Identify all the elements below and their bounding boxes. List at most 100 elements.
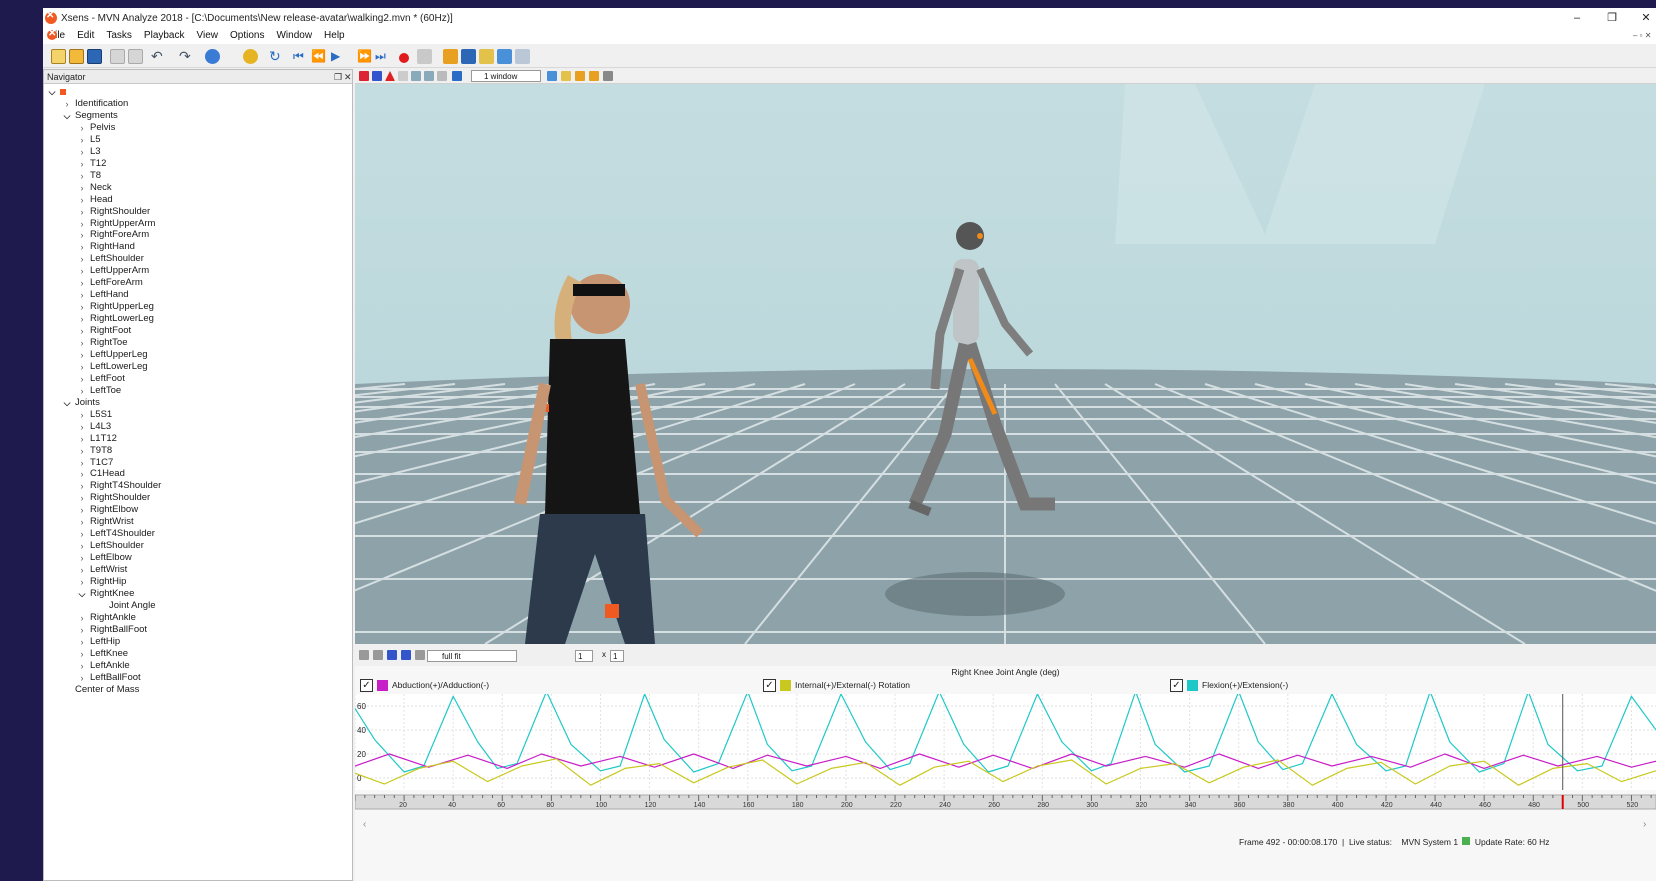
- chevron-right-icon[interactable]: ›: [77, 576, 87, 588]
- tree-item[interactable]: › LeftKnee: [77, 648, 129, 660]
- tree-item[interactable]: › LeftUpperArm: [77, 265, 150, 277]
- copy-icon[interactable]: [110, 49, 125, 64]
- tree-item[interactable]: › L1T12: [77, 433, 117, 445]
- chevron-right-icon[interactable]: ›: [77, 301, 87, 313]
- export-icon[interactable]: [603, 71, 613, 81]
- edit-icon[interactable]: [479, 49, 494, 64]
- record-icon[interactable]: [399, 53, 409, 63]
- chevron-right-icon[interactable]: ›: [77, 540, 87, 552]
- legend-item-abduction[interactable]: ✓ Abduction(+)/Adduction(-): [360, 678, 489, 692]
- tree-item[interactable]: › T9T8: [77, 445, 113, 457]
- chevron-right-icon[interactable]: ›: [77, 373, 87, 385]
- skeleton-icon[interactable]: [424, 71, 434, 81]
- restore-button[interactable]: ❐: [1594, 8, 1630, 28]
- 3d-viewport[interactable]: [355, 84, 1656, 644]
- graph-icon[interactable]: [497, 49, 512, 64]
- chevron-right-icon[interactable]: ›: [77, 337, 87, 349]
- menu-help[interactable]: Help: [318, 28, 351, 44]
- refresh-icon[interactable]: ↻: [269, 49, 284, 64]
- menu-view[interactable]: View: [191, 28, 225, 44]
- tools-icon[interactable]: [205, 49, 220, 64]
- tree-item[interactable]: › L5: [77, 134, 101, 146]
- legend-item-rotation[interactable]: ✓ Internal(+)/External(-) Rotation: [763, 678, 910, 692]
- chevron-right-icon[interactable]: ›: [77, 433, 87, 445]
- chevron-right-icon[interactable]: ›: [77, 445, 87, 457]
- chevron-right-icon[interactable]: ›: [77, 158, 87, 170]
- checkbox-abduction[interactable]: ✓: [360, 678, 373, 692]
- fullscreen-icon[interactable]: [515, 49, 530, 64]
- tree-item[interactable]: › C1Head: [77, 468, 125, 480]
- chart-settings-icon[interactable]: [401, 650, 411, 660]
- chevron-right-icon[interactable]: ›: [77, 624, 87, 636]
- chevron-down-icon[interactable]: ⌵: [62, 110, 72, 122]
- zoom-icon[interactable]: [359, 650, 369, 660]
- tree-item[interactable]: › T8: [77, 170, 102, 182]
- chevron-right-icon[interactable]: ›: [77, 277, 87, 289]
- columns-icon[interactable]: [415, 650, 425, 660]
- tree-item[interactable]: › LeftT4Shoulder: [77, 528, 155, 540]
- tree-item[interactable]: › LeftShoulder: [77, 253, 144, 265]
- tree-item[interactable]: › RightUpperArm: [77, 218, 156, 230]
- chevron-right-icon[interactable]: ›: [77, 672, 87, 684]
- legend-item-flexion[interactable]: ✓ Flexion(+)/Extension(-): [1170, 678, 1288, 692]
- tree-item[interactable]: › L5S1: [77, 409, 113, 421]
- pencil-icon[interactable]: [561, 71, 571, 81]
- marker-icon[interactable]: [417, 49, 432, 64]
- layout-icon[interactable]: [387, 650, 397, 660]
- pan-icon[interactable]: [373, 650, 383, 660]
- chevron-right-icon[interactable]: ›: [77, 636, 87, 648]
- float-panel-icon[interactable]: ❐: [334, 70, 342, 84]
- tree-item[interactable]: › LeftElbow: [77, 552, 132, 564]
- chevron-right-icon[interactable]: ›: [77, 170, 87, 182]
- chevron-right-icon[interactable]: ›: [77, 361, 87, 373]
- triangle-icon[interactable]: [385, 71, 395, 81]
- character-icon[interactable]: [443, 49, 458, 64]
- tree-item[interactable]: › RightForeArm: [77, 229, 150, 241]
- tree-item[interactable]: › LeftForeArm: [77, 277, 143, 289]
- minimize-button[interactable]: –: [1559, 8, 1595, 28]
- next-frame-icon[interactable]: ⏩: [357, 49, 372, 64]
- ghost-icon[interactable]: [437, 71, 447, 81]
- tree-item[interactable]: › RightWrist: [77, 516, 134, 528]
- chevron-right-icon[interactable]: ›: [77, 564, 87, 576]
- chevron-right-icon[interactable]: ›: [77, 194, 87, 206]
- tree-item[interactable]: › RightAnkle: [77, 612, 136, 624]
- tree-item[interactable]: Joint Angle: [96, 600, 155, 612]
- previous-frame-icon[interactable]: ⏪: [311, 49, 326, 64]
- redo-icon[interactable]: ↷: [179, 49, 194, 64]
- menu-window[interactable]: Window: [270, 28, 318, 44]
- paste-icon[interactable]: [128, 49, 143, 64]
- tree-item[interactable]: Center of Mass: [62, 684, 139, 696]
- mdi-controls-icon[interactable]: – ▫ ✕: [1633, 30, 1651, 42]
- tree-item[interactable]: › LeftHip: [77, 636, 121, 648]
- chevron-right-icon[interactable]: ›: [77, 253, 87, 265]
- chevron-right-icon[interactable]: ›: [77, 528, 87, 540]
- menu-options[interactable]: Options: [224, 28, 270, 44]
- chevron-right-icon[interactable]: ›: [77, 289, 87, 301]
- undo-icon[interactable]: ↶: [151, 49, 166, 64]
- chevron-right-icon[interactable]: ›: [77, 612, 87, 624]
- tree-item[interactable]: › RightT4Shoulder: [77, 480, 162, 492]
- open-folder-icon[interactable]: [69, 49, 84, 64]
- chevron-right-icon[interactable]: ›: [62, 98, 72, 110]
- tree-item[interactable]: › RightShoulder: [77, 492, 151, 504]
- tree-item[interactable]: › Head: [77, 194, 113, 206]
- chevron-right-icon[interactable]: ›: [77, 480, 87, 492]
- chevron-right-icon[interactable]: ›: [77, 206, 87, 218]
- checkbox-flexion[interactable]: ✓: [1170, 678, 1183, 692]
- camera-icon[interactable]: [547, 71, 557, 81]
- chevron-right-icon[interactable]: ›: [77, 134, 87, 146]
- last-frame-icon[interactable]: ⏭: [375, 49, 390, 64]
- filter-icon[interactable]: [452, 71, 462, 81]
- close-panel-icon[interactable]: ✕: [344, 70, 352, 84]
- scroll-right-icon[interactable]: ›: [1643, 819, 1646, 830]
- tree-item[interactable]: › Identification: [62, 98, 129, 110]
- chevron-right-icon[interactable]: ›: [77, 504, 87, 516]
- window-layout-select[interactable]: 1 window: [471, 70, 541, 82]
- tree-item[interactable]: › RightUpperLeg: [77, 301, 154, 313]
- chevron-right-icon[interactable]: ›: [77, 492, 87, 504]
- menu-playback[interactable]: Playback: [138, 28, 191, 44]
- chevron-right-icon[interactable]: ›: [77, 218, 87, 230]
- view-icon[interactable]: [359, 71, 369, 81]
- first-frame-icon[interactable]: ⏮: [293, 49, 308, 64]
